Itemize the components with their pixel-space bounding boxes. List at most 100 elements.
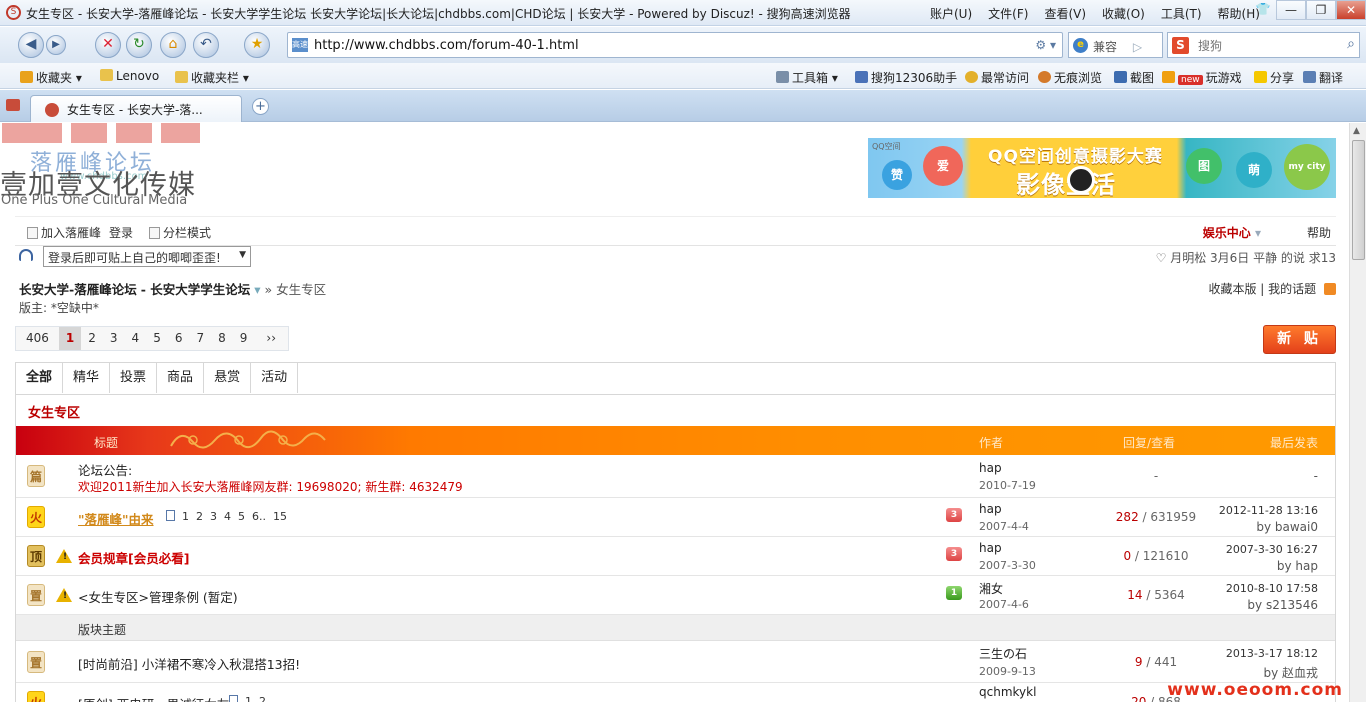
announcement-link[interactable]: 欢迎2011新生加入长安大落雁峰网友群: 19698020; 新生群: 4632… (78, 478, 463, 495)
vertical-scrollbar[interactable]: ▲ (1349, 123, 1366, 702)
maximize-button[interactable]: ❐ (1306, 0, 1336, 20)
tab-activity[interactable]: 活动 (251, 363, 299, 393)
undo-close-icon[interactable]: ↶ (193, 32, 219, 58)
close-window-button[interactable]: ✕ (1336, 0, 1366, 20)
favorite-forum-link[interactable]: 收藏本版 (1208, 282, 1256, 296)
menu-favorites[interactable]: 收藏(O) (1102, 5, 1145, 22)
search-box[interactable]: S ⌕ (1167, 32, 1360, 58)
bookmark-most-visited[interactable]: 最常访问 (965, 69, 1029, 86)
breadcrumb-site[interactable]: 长安大学-落雁峰论坛 (19, 282, 137, 297)
thread-author[interactable]: 三生の石 (979, 645, 1027, 662)
thread-last-time[interactable]: 2007-3-30 16:27 (1226, 543, 1318, 556)
mood-ticker[interactable]: ♡ 月明松 3月6日 平静 的说 求13 (1156, 249, 1336, 266)
search-input[interactable] (1198, 37, 1328, 54)
stop-icon[interactable]: ✕ (95, 32, 121, 58)
help-link[interactable]: 帮助 (1307, 224, 1331, 241)
tab-trade[interactable]: 商品 (157, 363, 205, 393)
say-select[interactable]: 登录后即可贴上自己的唧唧歪歪! ▼ (43, 246, 251, 267)
breadcrumb-forum[interactable]: - 长安大学学生论坛 (141, 282, 251, 297)
thread-title[interactable]: "落雁峰"由来 (78, 509, 154, 528)
thread-page-link[interactable]: 6.. (252, 510, 266, 523)
thread-last-time[interactable]: 2013-3-17 18:12 (1226, 647, 1318, 660)
bookmark-share[interactable]: 分享 (1254, 69, 1294, 86)
join-link[interactable]: 加入落雁峰 (27, 224, 101, 241)
thread-author[interactable]: qchmkykl (979, 685, 1036, 699)
bookmark-toolbox[interactable]: 工具箱 ▾ (776, 69, 838, 86)
thread-last-time[interactable]: 2010-8-10 17:58 (1226, 582, 1318, 595)
bookmark-favbar[interactable]: 收藏夹栏 ▾ (175, 69, 249, 86)
new-post-button[interactable]: 新 贴 (1263, 325, 1336, 354)
menu-tools[interactable]: 工具(T) (1161, 5, 1202, 22)
thread-page-link[interactable]: 2 (196, 510, 203, 523)
page-link[interactable]: 8 (211, 327, 233, 350)
tab-poll[interactable]: 投票 (110, 363, 158, 393)
thread-last-by[interactable]: by hap (1277, 559, 1318, 573)
new-tab-button[interactable]: + (252, 98, 269, 115)
page-link[interactable]: 3 (103, 327, 125, 350)
bookmark-translate[interactable]: 翻译 (1303, 69, 1343, 86)
minimize-button[interactable]: — (1276, 0, 1306, 20)
thread-author[interactable]: hap (979, 541, 1002, 555)
thread-page-link[interactable]: 4 (224, 510, 231, 523)
login-link[interactable]: 登录 (109, 224, 133, 241)
thread-last-by[interactable]: by 赵血戎 (1263, 664, 1318, 681)
tab-current[interactable]: 女生专区 - 长安大学-落... (30, 95, 242, 122)
menu-account[interactable]: 账户(U) (930, 5, 972, 22)
address-bar[interactable]: 高速 http://www.chdbbs.com/forum-40-1.html… (287, 32, 1063, 58)
entertainment-center-link[interactable]: 娱乐中心 ▾ (1203, 224, 1261, 241)
page-link[interactable]: 9 (233, 327, 255, 350)
thread-last-by[interactable]: by s213546 (1247, 598, 1318, 612)
page-link[interactable]: 5 (146, 327, 168, 350)
thread-title[interactable]: 会员规章[会员必看] (78, 548, 189, 567)
home-icon[interactable]: ⌂ (160, 32, 186, 58)
bookmark-12306[interactable]: 搜狗12306助手 (855, 69, 957, 86)
tab-reward[interactable]: 悬赏 (204, 363, 252, 393)
site-logo[interactable]: 落雁峰论坛 www.chdbbs.com 壹加壹文化传媒 One Plus On… (0, 123, 220, 213)
page-link[interactable]: 6 (168, 327, 190, 350)
tab-list-icon[interactable] (6, 99, 20, 111)
tab-digest[interactable]: 精华 (63, 363, 111, 393)
tab-all[interactable]: 全部 (16, 363, 64, 393)
thread-title[interactable]: [原创] 西电研一男诚征女友 (78, 694, 229, 702)
back-icon[interactable]: ◀ (18, 32, 44, 58)
thread-last-time[interactable]: 2012-11-28 13:16 (1219, 504, 1318, 517)
forward-icon[interactable]: ▶ (46, 35, 66, 55)
scroll-up-icon[interactable]: ▲ (1353, 126, 1360, 136)
address-url[interactable]: http://www.chdbbs.com/forum-40-1.html (314, 38, 579, 53)
thread-page-link[interactable]: 1 (245, 695, 252, 702)
bookmark-lenovo[interactable]: Lenovo (100, 69, 159, 83)
ad-banner[interactable]: QQ空间 赞 爱 QQ空间创意摄影大赛 影像生活 图 萌 my city (868, 138, 1336, 198)
bookmark-favorites[interactable]: 收藏夹 ▾ (20, 69, 82, 86)
search-icon[interactable]: ⌕ (1347, 36, 1355, 52)
menu-view[interactable]: 查看(V) (1044, 5, 1086, 22)
compat-mode-button[interactable]: e 兼容 ▷ (1068, 32, 1163, 58)
split-mode-toggle[interactable]: 分栏模式 (149, 224, 211, 241)
page-link[interactable]: 4 (125, 327, 147, 350)
page-link[interactable]: 7 (189, 327, 211, 350)
menu-file[interactable]: 文件(F) (988, 5, 1028, 22)
refresh-icon[interactable]: ↻ (126, 32, 152, 58)
chevron-down-icon[interactable]: ▾ (254, 282, 260, 297)
skin-icon[interactable]: 👕 (1248, 0, 1278, 20)
thread-page-link[interactable]: 5 (238, 510, 245, 523)
scrollbar-thumb[interactable] (1352, 140, 1365, 260)
bookmark-incognito[interactable]: 无痕浏览 (1038, 69, 1102, 86)
rss-icon[interactable] (1324, 283, 1336, 295)
bookmark-games[interactable]: new 玩游戏 (1162, 69, 1242, 86)
thread-author[interactable]: 湘女 (979, 580, 1003, 597)
go-icon[interactable]: ▷ (1133, 40, 1142, 54)
page-link[interactable]: 2 (81, 327, 103, 350)
my-threads-link[interactable]: 我的话题 (1268, 282, 1316, 296)
thread-page-link[interactable]: 2 (259, 695, 266, 702)
thread-title[interactable]: <女生专区>管理条例 (暂定) (78, 587, 238, 606)
thread-author[interactable]: hap (979, 461, 1002, 475)
thread-author[interactable]: hap (979, 502, 1002, 516)
thread-last-by[interactable]: by bawai0 (1256, 520, 1318, 534)
thread-page-link[interactable]: 15 (273, 510, 287, 523)
thread-title[interactable]: [时尚前沿] 小洋裙不寒冷入秋混搭13招! (78, 654, 300, 673)
favorite-star-icon[interactable]: ★ (244, 32, 270, 58)
page-next[interactable]: ›› (254, 327, 288, 350)
page-link-current[interactable]: 1 (58, 327, 82, 350)
thread-page-link[interactable]: 3 (210, 510, 217, 523)
address-dropdown-icon[interactable]: ⚙ ▾ (1035, 38, 1056, 52)
